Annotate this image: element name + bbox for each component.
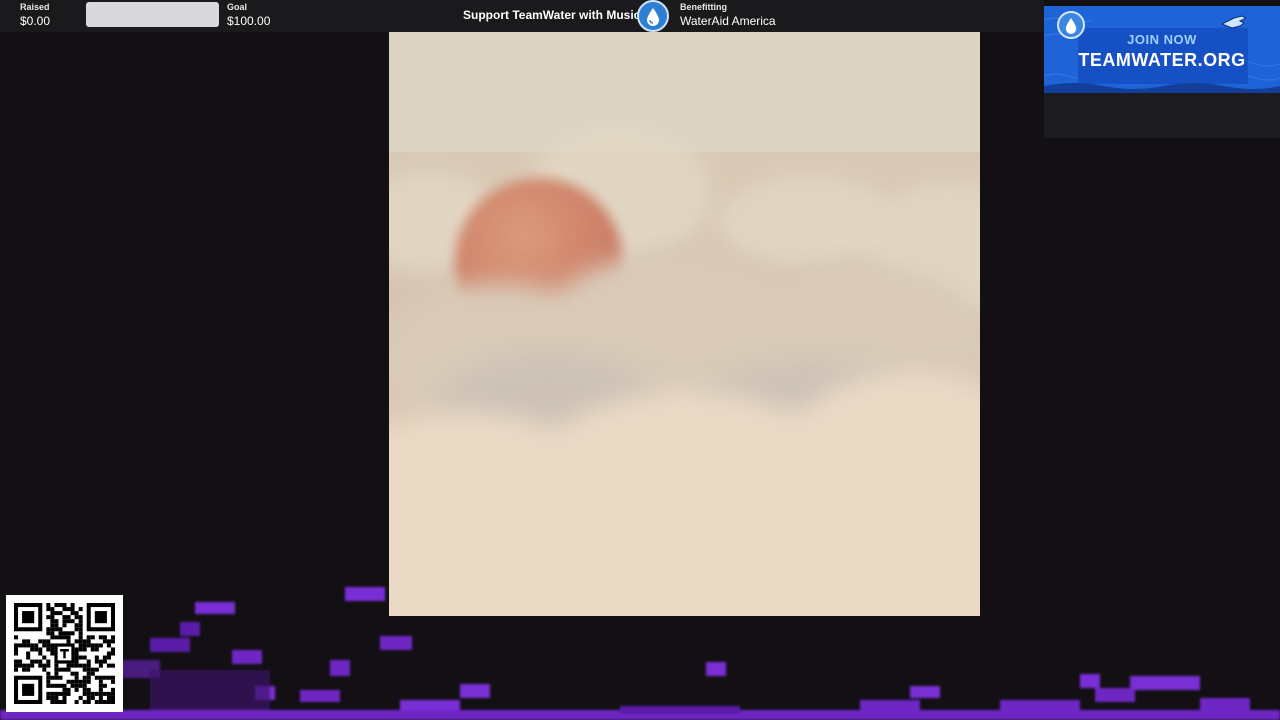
benefit-value: WaterAid America bbox=[680, 14, 776, 28]
music-visualizer bbox=[0, 587, 1280, 720]
raised-stat: Raised $0.00 bbox=[20, 2, 50, 29]
qr-code[interactable] bbox=[6, 595, 123, 712]
goal-stat: Goal $100.00 bbox=[227, 2, 270, 29]
stream-overlay: Raised $0.00 Goal $100.00 Support TeamWa… bbox=[0, 0, 1280, 720]
goal-label: Goal bbox=[227, 2, 248, 12]
benefit-label: Benefitting bbox=[680, 2, 727, 12]
banner-underlay bbox=[1044, 93, 1280, 138]
goal-value: $100.00 bbox=[227, 14, 271, 28]
raised-value: $0.00 bbox=[20, 14, 51, 28]
join-now-text: JOIN NOW bbox=[1127, 32, 1197, 47]
fundraiser-progress-bar bbox=[86, 2, 219, 27]
water-drop-icon bbox=[637, 0, 669, 32]
benefit-stat: Benefitting WaterAid America bbox=[680, 2, 776, 29]
fundraiser-bar: Raised $0.00 Goal $100.00 Support TeamWa… bbox=[0, 0, 1044, 32]
raised-label: Raised bbox=[20, 2, 50, 12]
teamwater-site-text: TEAMWATER.ORG bbox=[1078, 50, 1246, 70]
pointing-hand-icon bbox=[1220, 15, 1248, 29]
support-title: Support TeamWater with Music bbox=[463, 8, 641, 22]
teamwater-banner[interactable]: JOIN NOW TEAMWATER.ORG bbox=[1044, 6, 1280, 93]
album-artwork bbox=[389, 32, 980, 616]
